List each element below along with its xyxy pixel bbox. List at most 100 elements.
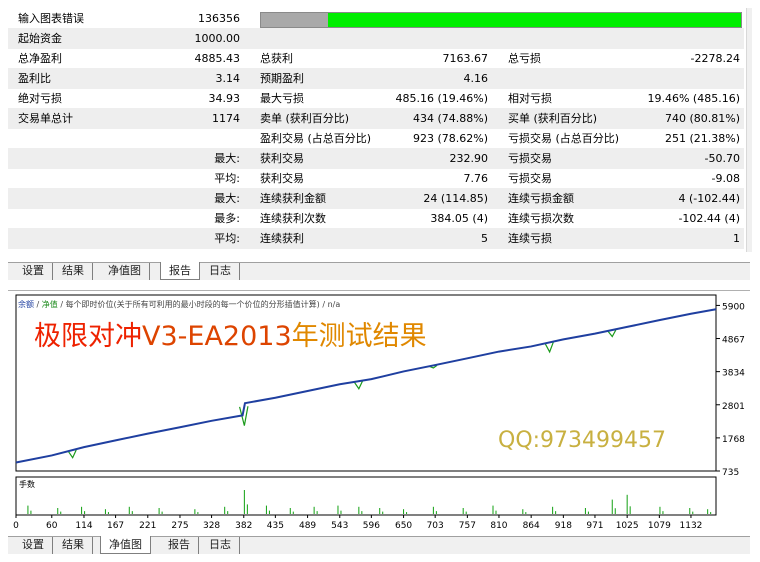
report-label: 连续获利金额 xyxy=(260,192,326,205)
report-label: 亏损交易 (占总百分比) xyxy=(508,132,620,145)
report-value: -2278.24 xyxy=(690,52,740,65)
overlay-title-part: 极限对冲 xyxy=(34,321,142,352)
y-tick-label: 2801 xyxy=(722,402,745,412)
report-label: 预期盈利 xyxy=(260,72,304,85)
report-value: 251 (21.38%) xyxy=(664,132,740,145)
modelling-quality-bar xyxy=(260,12,742,28)
tab-settings[interactable]: 设置 xyxy=(14,263,53,280)
overlay-title-part: 年测试结果 xyxy=(292,321,427,352)
report-value: 4885.43 xyxy=(194,52,241,65)
x-tick-label: 596 xyxy=(363,521,380,531)
report-value: -102.44 (4) xyxy=(678,212,740,225)
x-tick-label: 810 xyxy=(490,521,507,531)
report-label: 连续获利 xyxy=(260,232,304,245)
report-value: 434 (74.88%) xyxy=(412,112,488,125)
report-label: 输入图表错误 xyxy=(18,12,84,25)
report-label: 总净盈利 xyxy=(18,52,62,65)
report-value: 5 xyxy=(481,232,488,245)
report-value: -9.08 xyxy=(711,172,740,185)
x-tick-label: 918 xyxy=(555,521,572,531)
report-value: 34.93 xyxy=(208,92,241,105)
overlay-qq: QQ:973499457 xyxy=(498,428,666,453)
report-value: 1 xyxy=(733,232,740,245)
quality-bar-green xyxy=(328,13,741,27)
report-value: 平均: xyxy=(214,232,240,245)
x-tick-label: 489 xyxy=(299,521,316,531)
tab-equity-graph[interactable]: 净值图 xyxy=(100,263,150,280)
report-label: 获利交易 xyxy=(260,152,304,165)
report-row: 平均: 获利交易 7.76 亏损交易 -9.08 xyxy=(8,168,744,189)
x-tick-label: 0 xyxy=(13,521,19,531)
y-tick-label: 5900 xyxy=(722,302,745,312)
tab-journal[interactable]: 日志 xyxy=(201,537,240,554)
report-value: 最大: xyxy=(214,192,240,205)
tab-report[interactable]: 报告 xyxy=(160,262,200,280)
report-row: 交易单总计 1174 卖单 (获利百分比) 434 (74.88%) 买单 (获利百分比… xyxy=(8,108,744,129)
report-value: 923 (78.62%) xyxy=(412,132,488,145)
report-row: 最多: 连续获利次数 384.05 (4) 连续亏损次数 -102.44 (4) xyxy=(8,208,744,229)
report-row: 起始资金 1000.00 xyxy=(8,28,744,49)
report-value: 7.76 xyxy=(463,172,489,185)
x-tick-label: 60 xyxy=(46,521,58,531)
tab-equity-graph[interactable]: 净值图 xyxy=(100,536,151,554)
report-value: 7163.67 xyxy=(442,52,489,65)
overlay-title: 极限对冲V3-EA2013年测试结果 xyxy=(34,321,427,352)
x-tick-label: 382 xyxy=(235,521,252,531)
report-label: 总获利 xyxy=(260,52,293,65)
report-label: 买单 (获利百分比) xyxy=(508,112,598,125)
legend-part: / 每个即时价位(关于所有可利用的最小时段的每一个价位的分形插值计算) / n/… xyxy=(58,299,341,309)
report-value: 最多: xyxy=(214,212,240,225)
report-value: 384.05 (4) xyxy=(430,212,488,225)
x-tick-label: 221 xyxy=(139,521,156,531)
report-value: 1000.00 xyxy=(194,32,241,45)
lots-pane-label: 手数 xyxy=(19,479,35,489)
legend-part: / xyxy=(34,300,42,309)
report-value: 136356 xyxy=(198,12,240,25)
report-row: 最大: 获利交易 232.90 亏损交易 -50.70 xyxy=(8,148,744,169)
report-label: 卖单 (获利百分比) xyxy=(260,112,350,125)
report-value: 4.16 xyxy=(463,72,489,85)
tab-results[interactable]: 结果 xyxy=(54,263,93,280)
report-row: 输入图表错误 136356 xyxy=(8,8,744,29)
x-tick-label: 435 xyxy=(267,521,284,531)
report-label: 亏损交易 xyxy=(508,172,552,185)
x-tick-label: 650 xyxy=(395,521,412,531)
report-row: 绝对亏损 34.93 最大亏损 485.16 (19.46%) 相对亏损 19.46% (… xyxy=(8,88,744,109)
report-label: 盈利交易 (占总百分比) xyxy=(260,132,372,145)
report-panel: 输入图表错误 136356 起始资金 1000.00 总净盈利 4885.43 总获利 716… xyxy=(8,8,744,252)
report-label: 相对亏损 xyxy=(508,92,552,105)
report-value: 4 (-102.44) xyxy=(678,192,740,205)
report-row: 总净盈利 4885.43 总获利 7163.67 总亏损 -2278.24 xyxy=(8,48,744,69)
report-row: 平均: 连续获利 5 连续亏损 1 xyxy=(8,228,744,249)
x-tick-label: 328 xyxy=(203,521,220,531)
report-value: 3.14 xyxy=(215,72,241,85)
tab-results[interactable]: 结果 xyxy=(54,537,93,554)
lots-pane-frame xyxy=(15,476,717,516)
y-tick-label: 3834 xyxy=(722,369,745,379)
x-tick-label: 167 xyxy=(107,521,124,531)
report-value: 232.90 xyxy=(449,152,489,165)
x-tick-label: 757 xyxy=(459,521,476,531)
report-label: 连续亏损金额 xyxy=(508,192,574,205)
report-label: 连续亏损 xyxy=(508,232,552,245)
tab-settings[interactable]: 设置 xyxy=(14,537,53,554)
report-value: -50.70 xyxy=(704,152,740,165)
x-tick-label: 971 xyxy=(586,521,603,531)
report-label: 总亏损 xyxy=(508,52,541,65)
report-value: 740 (80.81%) xyxy=(664,112,740,125)
report-value: 24 (114.85) xyxy=(423,192,488,205)
x-tick-label: 275 xyxy=(171,521,188,531)
tab-journal[interactable]: 日志 xyxy=(201,263,240,280)
report-value: 19.46% (485.16) xyxy=(647,92,740,105)
report-value: 1174 xyxy=(212,112,240,125)
report-label: 绝对亏损 xyxy=(18,92,62,105)
report-scrollbar[interactable] xyxy=(746,8,752,252)
report-label: 起始资金 xyxy=(18,32,62,45)
report-label: 连续亏损次数 xyxy=(508,212,574,225)
x-tick-label: 114 xyxy=(75,521,92,531)
report-label: 交易单总计 xyxy=(18,112,73,125)
legend-part: 余额 xyxy=(18,299,34,309)
tab-report[interactable]: 报告 xyxy=(160,537,199,554)
y-tick-label: 4867 xyxy=(722,336,745,346)
y-tick-label: 1768 xyxy=(722,435,745,445)
